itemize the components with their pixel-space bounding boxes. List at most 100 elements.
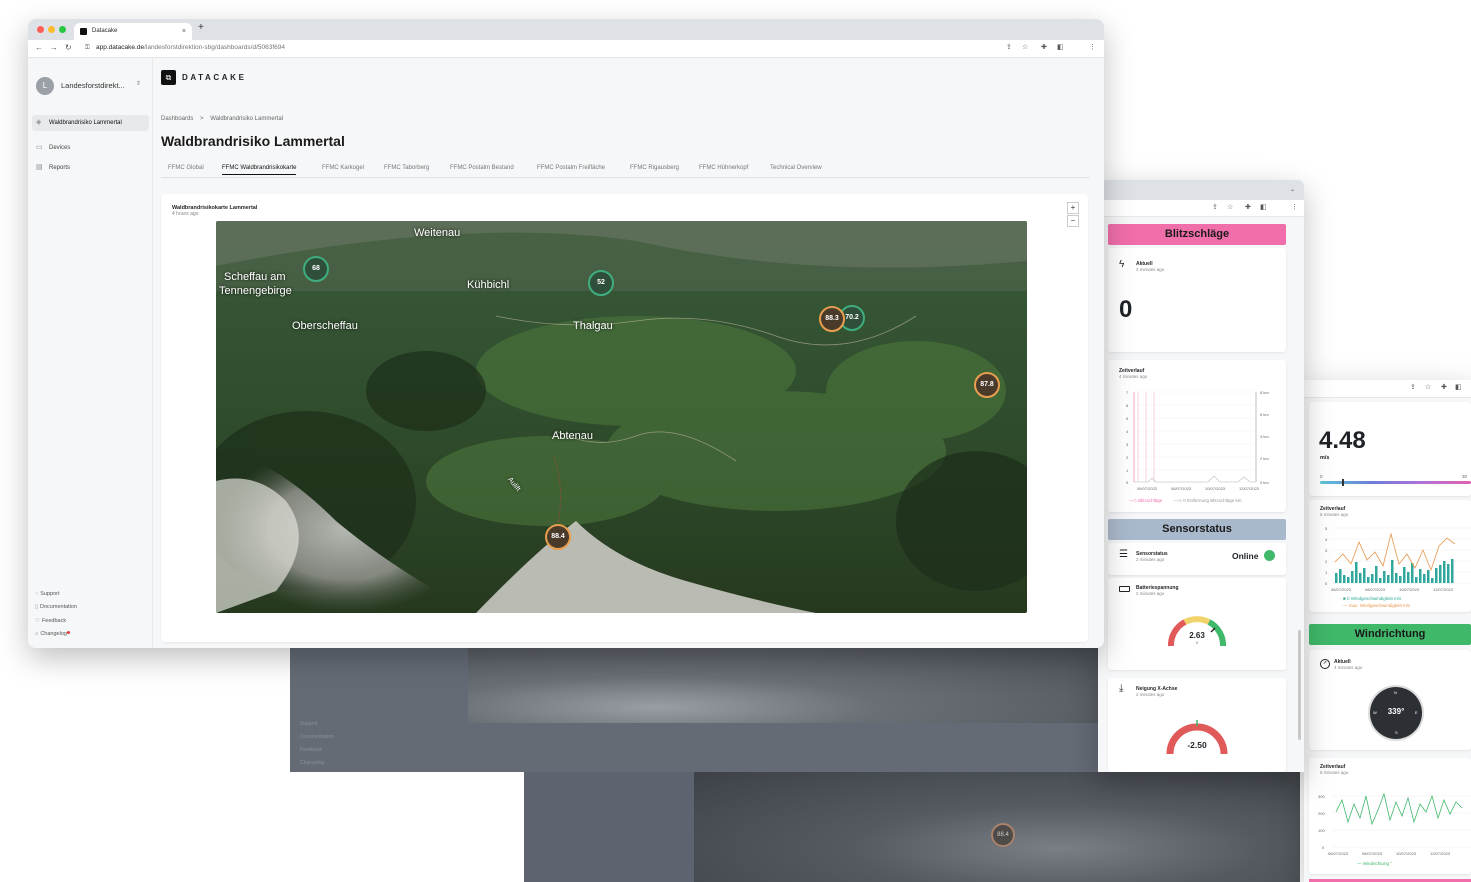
- wind-toolbar: ⇪ ☆ ✚ ◧: [1304, 380, 1471, 398]
- tab-ffmc-postalm-freiflaeche[interactable]: FFMC Postalm Freifläche: [537, 165, 605, 171]
- map-zoom-out-button[interactable]: −: [1067, 215, 1079, 227]
- tabstrip-menu-icon[interactable]: ⌄: [1290, 186, 1295, 193]
- share-icon[interactable]: ⇪: [1006, 43, 1012, 51]
- tilt-time: 2 minutes ago: [1136, 692, 1165, 697]
- satellite-map[interactable]: Weitenau Scheffau am Tennengebirge Kühbi…: [216, 221, 1027, 613]
- lightning-icon: ϟ: [1119, 259, 1125, 270]
- background-map-middle: [468, 645, 1098, 723]
- org-switcher-label[interactable]: Landesforstdirekt...: [61, 81, 125, 90]
- chevron-updown-icon[interactable]: ⇕: [136, 80, 141, 87]
- direction-x-tick: 08/07/2023: [1362, 851, 1383, 856]
- window-close-button[interactable]: [37, 26, 44, 33]
- blitz-history-card: Zeitverlauf 4 minutes ago 7 6 5 4 3 2 1 …: [1108, 360, 1286, 512]
- blitz-y-tick: 3: [1126, 442, 1129, 447]
- tab-technical-overview[interactable]: Technical Overview: [770, 165, 822, 171]
- tab-ffmc-global[interactable]: FFMC Global: [168, 165, 204, 171]
- breadcrumb-current: Waldbrandrisiko Lammertal: [210, 116, 284, 122]
- wind-x-tick: 08/07/2023: [1365, 587, 1386, 592]
- back-arrow-icon[interactable]: ←: [35, 43, 43, 52]
- map-label-weitenau: Weitenau: [414, 227, 461, 239]
- tab-ffmc-postalm-bestand[interactable]: FFMC Postalm Bestand: [450, 165, 514, 171]
- site-info-icon[interactable]: ⚿: [85, 45, 90, 52]
- wind-compass: N E S W 339°: [1370, 687, 1422, 739]
- wind-y-tick: 0: [1325, 581, 1328, 586]
- tab-close-icon[interactable]: ×: [182, 23, 186, 40]
- window-minimize-button[interactable]: [48, 26, 55, 33]
- tab-ffmc-waldbrandrisikokarte[interactable]: FFMC Waldbrandrisikokarte: [222, 165, 297, 175]
- tab-ffmc-karkogel[interactable]: FFMC Karkogel: [322, 165, 364, 171]
- blitz-y2-tick: 0 km: [1260, 480, 1269, 485]
- sidebar-item-devices[interactable]: ▭ Devices: [32, 140, 149, 156]
- sidebar-item-label: Devices: [49, 145, 71, 151]
- sidebar-item-label: Waldbrandrisiko Lammertal: [49, 120, 122, 126]
- map-marker[interactable]: 68: [303, 256, 329, 282]
- browser-menu-icon[interactable]: ⋮: [1089, 43, 1096, 51]
- reports-icon: ▤: [36, 164, 43, 171]
- url-field[interactable]: app.datacake.de/landesforstdirektion-sbg…: [96, 44, 285, 51]
- sidepanel-icon[interactable]: ◧: [1260, 203, 1267, 211]
- sensor-status-card: ☰ Sensorstatus 2 minutes ago Online: [1108, 543, 1286, 575]
- map-card-subtitle: 4 hours ago: [172, 211, 199, 217]
- direction-y-tick: 200: [1318, 811, 1325, 816]
- blitz-y-tick: 4: [1126, 429, 1129, 434]
- battery-unit: V: [1195, 640, 1199, 645]
- sensor-scrollbar[interactable]: [1298, 630, 1301, 740]
- sidepanel-icon[interactable]: ◧: [1455, 383, 1462, 391]
- new-tab-button[interactable]: +: [198, 22, 204, 33]
- sidepanel-icon[interactable]: ◧: [1057, 43, 1064, 51]
- bg-feedback-link: Feedback: [300, 747, 322, 753]
- sensor-tabstrip: ⌄: [1098, 180, 1304, 200]
- direction-y-tick: 300: [1318, 794, 1325, 799]
- documentation-link[interactable]: ▯ Documentation: [35, 604, 77, 610]
- map-marker[interactable]: 87.8: [974, 372, 1000, 398]
- star-icon[interactable]: ☆: [1022, 43, 1028, 51]
- browser-tabstrip: Datacake × +: [28, 19, 1104, 40]
- org-avatar[interactable]: L: [36, 77, 54, 95]
- map-marker[interactable]: 88.3: [819, 306, 845, 332]
- blitz-x-tick: 12/07/2023: [1239, 486, 1260, 491]
- tilt-card: ⤓ Neigung X-Achse 2 minutes ago -2.50: [1108, 678, 1286, 772]
- app-sidebar: L Landesforstdirekt... ⇕ ◈ Waldbrandrisi…: [28, 58, 153, 648]
- map-card: Waldbrandrisikokarte Lammertal 4 hours a…: [161, 194, 1088, 642]
- map-marker[interactable]: 52: [588, 270, 614, 296]
- forward-arrow-icon[interactable]: →: [50, 43, 58, 52]
- browser-tab[interactable]: Datacake ×: [74, 23, 192, 40]
- list-icon: ☰: [1119, 549, 1128, 560]
- tab-ffmc-rigausberg[interactable]: FFMC Rigausberg: [630, 165, 679, 171]
- star-icon[interactable]: ☆: [1227, 203, 1233, 211]
- share-icon[interactable]: ⇪: [1410, 383, 1416, 391]
- status-indicator-dot: [1264, 550, 1275, 561]
- wind-scale-max: 30: [1462, 474, 1468, 479]
- browser-tab-title: Datacake: [92, 28, 118, 34]
- wind-history-time: 5 minutes ago: [1320, 512, 1349, 517]
- tab-ffmc-huehnerkopf[interactable]: FFMC Hühnerkopf: [699, 165, 748, 171]
- bg-changelog-link: Changelog: [300, 760, 325, 766]
- extensions-icon[interactable]: ✚: [1441, 383, 1447, 391]
- map-label-scheffau: Scheffau am: [224, 271, 286, 283]
- dashboard-tabs: FFMC Global FFMC Waldbrandrisikokarte FF…: [161, 164, 1090, 178]
- breadcrumb-dashboards[interactable]: Dashboards: [161, 116, 193, 122]
- extensions-icon[interactable]: ✚: [1245, 203, 1251, 211]
- menu-icon[interactable]: ⋮: [1291, 203, 1298, 211]
- star-icon[interactable]: ☆: [1425, 383, 1431, 391]
- map-marker[interactable]: 88.4: [545, 524, 571, 550]
- changelog-link[interactable]: ⌂ Changelog: [35, 631, 70, 637]
- main-content: ⧉ DATACAKE Dashboards > Waldbrandrisiko …: [153, 58, 1104, 648]
- wind-direction-value: 339°: [1387, 707, 1405, 716]
- background-sidebar-footer: Support Documentation Feedback Changelog: [300, 718, 334, 770]
- blitz-x-tick: 08/07/2023: [1171, 486, 1192, 491]
- map-zoom-in-button[interactable]: +: [1067, 202, 1079, 214]
- sidebar-item-reports[interactable]: ▤ Reports: [32, 160, 149, 176]
- reload-icon[interactable]: ↻: [65, 43, 72, 52]
- feedback-link[interactable]: ♡ Feedback: [35, 618, 66, 624]
- wind-history-card: Zeitverlauf 5 minutes ago 5 4 3 2 1 0 06…: [1309, 500, 1471, 612]
- window-maximize-button[interactable]: [59, 26, 66, 33]
- blitz-y-tick: 0: [1126, 480, 1129, 485]
- share-icon[interactable]: ⇪: [1212, 203, 1218, 211]
- blitz-y2-tick: 2 km: [1260, 456, 1269, 461]
- direction-x-tick: 12/07/2023: [1430, 851, 1451, 856]
- support-link[interactable]: ◌ Support: [35, 591, 60, 597]
- extensions-icon[interactable]: ✚: [1041, 43, 1047, 51]
- tab-ffmc-taborberg[interactable]: FFMC Taborberg: [384, 165, 429, 171]
- sidebar-item-dashboard[interactable]: ◈ Waldbrandrisiko Lammertal: [32, 115, 149, 131]
